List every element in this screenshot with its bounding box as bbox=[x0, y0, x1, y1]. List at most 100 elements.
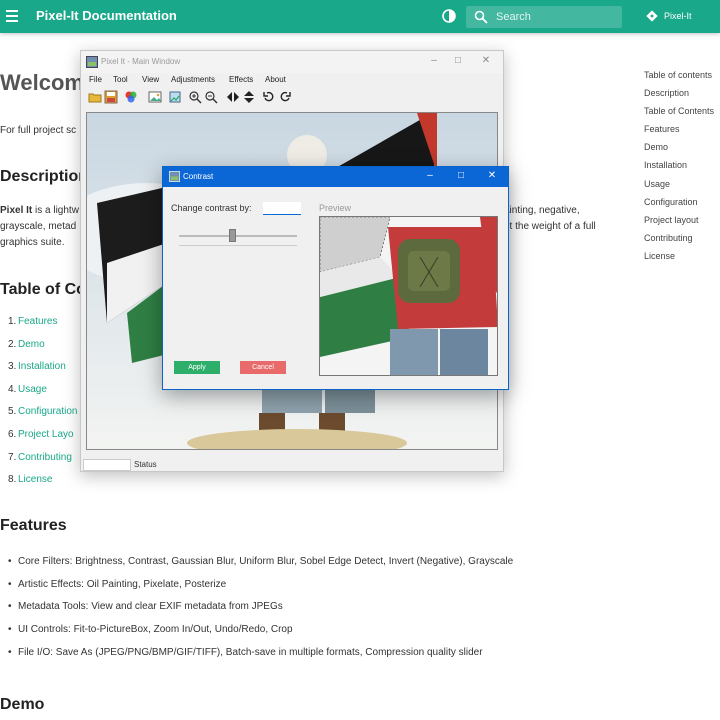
list-item: • File I/O: Save As (JPEG/PNG/BMP/GIF/TIF… bbox=[8, 646, 483, 658]
menu-effects[interactable]: Effects bbox=[229, 75, 253, 84]
right-toc-item[interactable]: Table of contents bbox=[644, 70, 714, 88]
image-icon[interactable] bbox=[148, 90, 162, 104]
slider-thumb[interactable] bbox=[229, 229, 236, 242]
toc-link-license[interactable]: License bbox=[18, 474, 52, 485]
app-icon bbox=[169, 171, 180, 182]
description-line-right-1: ainting, negative, bbox=[504, 205, 580, 216]
redo-icon[interactable] bbox=[278, 90, 292, 104]
close-icon[interactable]: ✕ bbox=[479, 55, 493, 66]
toc-link-contributing[interactable]: Contributing bbox=[18, 452, 72, 463]
search-icon bbox=[474, 10, 488, 24]
minimize-icon[interactable]: – bbox=[423, 170, 437, 181]
status-label: Status bbox=[134, 460, 157, 469]
preview-image bbox=[320, 217, 497, 375]
status-field bbox=[83, 459, 131, 471]
theme-toggle-icon[interactable] bbox=[441, 8, 457, 24]
toolbar bbox=[81, 88, 503, 106]
main-window-titlebar[interactable]: Pixel It - Main Window – □ ✕ bbox=[81, 51, 503, 73]
maximize-icon[interactable]: □ bbox=[451, 55, 465, 66]
toc-item: 4. Usage bbox=[8, 383, 47, 395]
close-icon[interactable]: ✕ bbox=[485, 170, 499, 181]
toc-item: 7. Contributing bbox=[8, 451, 72, 463]
zoom-in-icon[interactable] bbox=[188, 90, 202, 104]
toc-link-demo[interactable]: Demo bbox=[18, 339, 45, 350]
toc-item: 1. Features bbox=[8, 316, 58, 327]
main-window-title: Pixel It - Main Window bbox=[101, 57, 181, 66]
git-icon[interactable] bbox=[646, 10, 658, 22]
toc-link-usage[interactable]: Usage bbox=[18, 384, 47, 395]
description-line-1: Pixel It is a lightw bbox=[0, 205, 79, 216]
toc-item: 8. License bbox=[8, 474, 53, 486]
intro-paragraph: For full project sc bbox=[0, 125, 77, 136]
right-toc-item[interactable]: Description bbox=[644, 88, 714, 106]
menu-view[interactable]: View bbox=[142, 75, 159, 84]
apply-button[interactable]: Apply bbox=[174, 361, 220, 374]
toc-link-configuration[interactable]: Configuration bbox=[18, 406, 77, 417]
toc-heading: Table of Co bbox=[0, 281, 86, 298]
right-toc-item[interactable]: Usage bbox=[644, 179, 714, 197]
minimize-icon[interactable]: – bbox=[427, 55, 441, 66]
menu-file[interactable]: File bbox=[89, 75, 102, 84]
description-heading: Description bbox=[0, 168, 89, 185]
repo-name[interactable]: Pixel-It bbox=[664, 11, 692, 21]
right-toc-item[interactable]: Demo bbox=[644, 142, 714, 160]
toc-link-project-layout[interactable]: Project Layo bbox=[18, 429, 74, 440]
search-box[interactable] bbox=[466, 6, 622, 28]
toc-item: 5. Configuration bbox=[8, 406, 78, 418]
menu-tool[interactable]: Tool bbox=[113, 75, 128, 84]
list-item: • Metadata Tools: View and clear EXIF met… bbox=[8, 601, 283, 613]
menu-adjustments[interactable]: Adjustments bbox=[171, 75, 215, 84]
right-toc-item[interactable]: Project layout bbox=[644, 215, 714, 233]
contrast-label: Change contrast by: bbox=[171, 203, 252, 213]
open-folder-icon[interactable] bbox=[88, 90, 102, 104]
menu-bar: File Tool View Adjustments Effects About bbox=[81, 73, 503, 87]
color-palette-icon[interactable] bbox=[124, 90, 138, 104]
slider-track bbox=[179, 235, 297, 237]
maximize-icon[interactable]: □ bbox=[454, 170, 468, 181]
description-line-right-2: ut the weight of a full bbox=[504, 221, 596, 232]
right-toc-item[interactable]: Configuration bbox=[644, 197, 714, 215]
contrast-dialog-titlebar[interactable]: Contrast – □ ✕ bbox=[163, 167, 508, 187]
save-icon[interactable] bbox=[104, 90, 118, 104]
contrast-dialog-title: Contrast bbox=[183, 172, 214, 181]
flip-horizontal-icon[interactable] bbox=[226, 90, 240, 104]
toc-list: 1. Features 2. Demo 3. Installation 4. Usage… bbox=[8, 316, 77, 497]
right-toc-item[interactable]: Contributing bbox=[644, 233, 714, 251]
zoom-out-icon[interactable] bbox=[204, 90, 218, 104]
search-input[interactable] bbox=[494, 9, 614, 25]
toc-item: 2. Demo bbox=[8, 338, 45, 350]
features-heading: Features bbox=[0, 517, 67, 534]
preview-box bbox=[319, 216, 498, 376]
site-title[interactable]: Pixel-It Documentation bbox=[36, 8, 177, 23]
status-bar: Status bbox=[81, 457, 503, 473]
preview-label: Preview bbox=[319, 203, 352, 213]
toc-link-features[interactable]: Features bbox=[18, 316, 57, 327]
menu-icon[interactable] bbox=[6, 10, 18, 22]
flip-vertical-icon[interactable] bbox=[242, 90, 256, 104]
list-item: • Core Filters: Brightness, Contrast, Gau… bbox=[8, 556, 514, 567]
toc-link-installation[interactable]: Installation bbox=[18, 361, 66, 372]
contrast-dialog: Contrast – □ ✕ Change contrast by: Apply… bbox=[162, 166, 509, 390]
list-item: • Artistic Effects: Oil Painting, Pixelat… bbox=[8, 578, 227, 590]
contrast-input[interactable] bbox=[263, 202, 301, 215]
contrast-slider[interactable] bbox=[179, 229, 297, 243]
menu-about[interactable]: About bbox=[265, 75, 286, 84]
slider-ticks bbox=[179, 245, 297, 248]
site-header: Pixel-It Documentation Pixel-It bbox=[0, 0, 720, 33]
right-toc-item[interactable]: License bbox=[644, 251, 714, 269]
cancel-button[interactable]: Cancel bbox=[240, 361, 286, 374]
toc-item: 6. Project Layo bbox=[8, 428, 74, 440]
features-list: • Core Filters: Brightness, Contrast, Gau… bbox=[8, 556, 513, 669]
right-toc-item[interactable]: Features bbox=[644, 124, 714, 142]
undo-icon[interactable] bbox=[262, 90, 276, 104]
list-item: • UI Controls: Fit-to-PictureBox, Zoom In… bbox=[8, 624, 293, 636]
right-toc: Table of contents Description Table of C… bbox=[644, 70, 714, 269]
toc-item: 3. Installation bbox=[8, 361, 66, 373]
app-icon bbox=[86, 56, 98, 68]
fit-picture-icon[interactable] bbox=[168, 90, 182, 104]
right-toc-item[interactable]: Table of Contents bbox=[644, 106, 714, 124]
demo-heading: Demo bbox=[0, 696, 45, 713]
description-line-3: graphics suite. bbox=[0, 237, 65, 248]
description-line-2: grayscale, metad bbox=[0, 221, 77, 232]
right-toc-item[interactable]: Installation bbox=[644, 160, 714, 178]
